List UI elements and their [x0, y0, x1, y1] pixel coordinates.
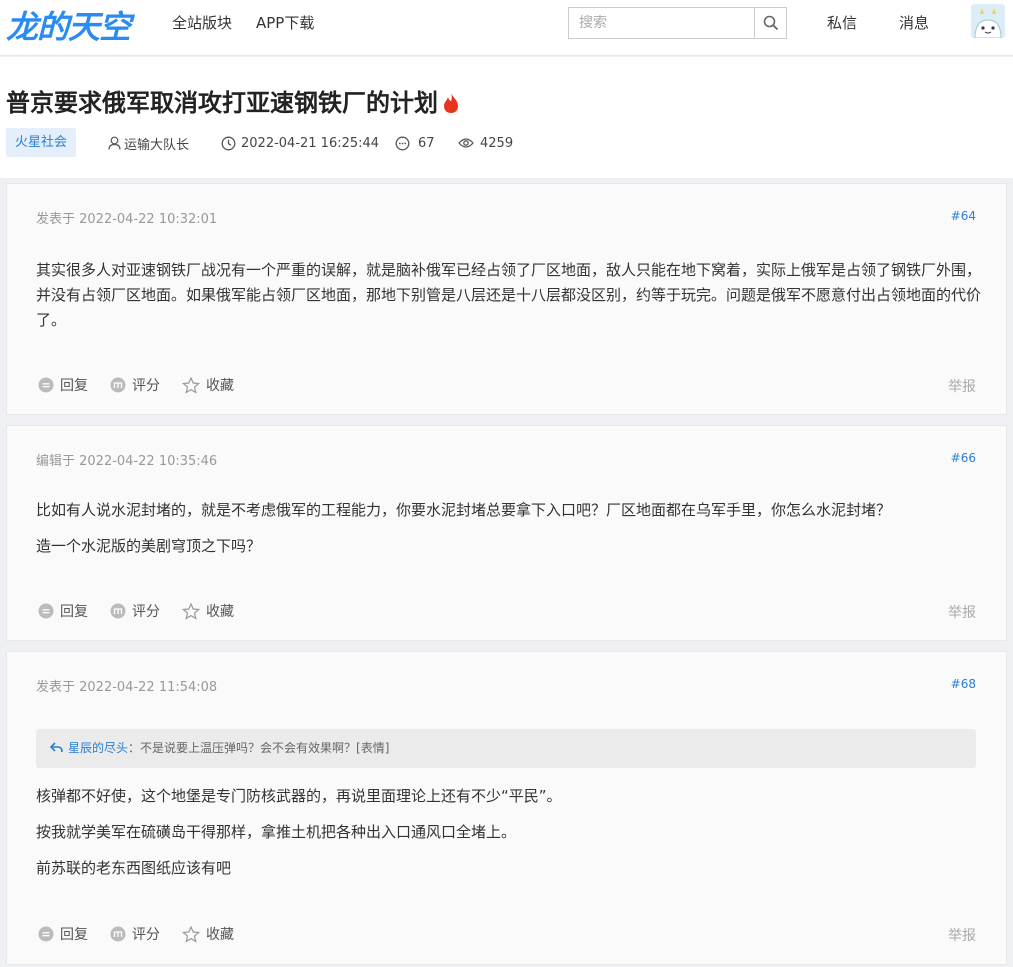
post-floor-link[interactable]: #66: [951, 451, 976, 465]
nav-all-boards[interactable]: 全站版块: [172, 12, 232, 33]
notifications-link[interactable]: 消息: [899, 12, 929, 33]
search-box: [568, 7, 787, 39]
post-paragraph: 造一个水泥版的美剧穹顶之下吗？: [36, 537, 262, 555]
post-paragraph: 比如有人说水泥封堵的，就是不考虑俄军的工程能力，你要水泥封堵总要拿下入口吧？厂区…: [36, 501, 892, 519]
post-content: 其实很多人对亚速钢铁厂战况有一个严重的误解，就是脑补俄军已经占领了厂区地面，敌人…: [36, 258, 981, 344]
post-content: 核弹都不好使，这个地堡是专门防核武器的，再说里面理论上还有不少“平民”。 按我就…: [36, 784, 981, 892]
search-input[interactable]: [569, 8, 755, 38]
eye-icon: [458, 138, 474, 148]
report-button[interactable]: 举报: [948, 925, 976, 945]
post-paragraph: 核弹都不好使，这个地堡是专门防核武器的，再说里面理论上还有不少“平民”。: [36, 787, 562, 805]
reply-button[interactable]: 回复: [38, 601, 88, 621]
post-paragraph: 前苏联的老东西图纸应该有吧: [36, 859, 232, 877]
post-time: 发表于 2022-04-22 10:32:01: [36, 212, 218, 227]
reply-button[interactable]: 回复: [38, 375, 88, 395]
author-name: 运输大队长: [124, 137, 190, 153]
quoted-text: ：不是说要上温压弹吗？会不会有效果啊？[表情]: [128, 741, 390, 755]
post-68: 发表于 2022-04-22 11:54:08 #68 星辰的尽头：不是说要上温…: [6, 651, 1007, 965]
thread-title-text: 普京要求俄军取消攻打亚速钢铁厂的计划: [6, 89, 438, 117]
post-floor-link[interactable]: #64: [951, 209, 976, 223]
favorite-button[interactable]: 收藏: [182, 375, 234, 395]
post-floor-link[interactable]: #68: [951, 677, 976, 691]
thread-header: 普京要求俄军取消攻打亚速钢铁厂的计划 火星社会 运输大队长 2022-04-21…: [0, 57, 1013, 178]
comment-icon: [395, 136, 410, 150]
top-header: 龙的天空 全站版块 APP下载 私信 消息: [0, 0, 1013, 56]
thread-view-count: 4259: [458, 128, 513, 158]
search-button[interactable]: [754, 8, 786, 38]
reply-arrow-icon: [49, 742, 63, 753]
post-actions: 回复 评分 收藏: [38, 375, 256, 395]
nav-app-download[interactable]: APP下载: [256, 12, 314, 33]
reply-icon: [38, 603, 54, 619]
reply-icon: [38, 377, 54, 393]
reply-button[interactable]: 回复: [38, 924, 88, 944]
post-content: 比如有人说水泥封堵的，就是不考虑俄军的工程能力，你要水泥封堵总要拿下入口吧？厂区…: [36, 498, 981, 570]
post-64: 发表于 2022-04-22 10:32:01 #64 其实很多人对亚速钢铁厂战…: [6, 183, 1007, 415]
rate-button[interactable]: 评分: [110, 375, 160, 395]
post-paragraph: 其实很多人对亚速钢铁厂战况有一个严重的误解，就是脑补俄军已经占领了厂区地面，敌人…: [36, 261, 982, 329]
rate-button[interactable]: 评分: [110, 601, 160, 621]
rate-button[interactable]: 评分: [110, 924, 160, 944]
board-tag[interactable]: 火星社会: [6, 128, 77, 157]
site-logo[interactable]: 龙的天空: [6, 2, 131, 48]
quoted-reply: 星辰的尽头：不是说要上温压弹吗？会不会有效果啊？[表情]: [36, 729, 976, 768]
rate-icon: [110, 603, 126, 619]
thread-author[interactable]: 运输大队长: [108, 128, 189, 158]
star-icon: [182, 376, 200, 394]
hot-fire-icon: [444, 93, 458, 113]
thread-title: 普京要求俄军取消攻打亚速钢铁厂的计划: [6, 83, 460, 118]
report-button[interactable]: 举报: [948, 602, 976, 622]
report-button[interactable]: 举报: [948, 376, 976, 396]
user-avatar[interactable]: [971, 4, 1005, 38]
thread-reply-count: 67: [395, 128, 435, 158]
avatar-cartoon-icon: [971, 4, 1005, 38]
star-icon: [182, 602, 200, 620]
post-66: 编辑于 2022-04-22 10:35:46 #66 比如有人说水泥封堵的，就…: [6, 425, 1007, 641]
post-time: 发表于 2022-04-22 11:54:08: [36, 680, 218, 695]
favorite-button[interactable]: 收藏: [182, 601, 234, 621]
private-message-link[interactable]: 私信: [827, 12, 857, 33]
thread-datetime: 2022-04-21 16:25:44: [221, 128, 379, 158]
reply-icon: [38, 926, 54, 942]
user-icon: [108, 136, 121, 150]
star-icon: [182, 925, 200, 943]
post-paragraph: 按我就学美军在硫磺岛干得那样，拿推土机把各种出入口通风口全堵上。: [36, 823, 517, 841]
favorite-button[interactable]: 收藏: [182, 924, 234, 944]
search-icon: [763, 15, 778, 31]
clock-icon: [221, 136, 236, 150]
rate-icon: [110, 377, 126, 393]
post-actions: 回复 评分 收藏: [38, 924, 256, 944]
post-time: 编辑于 2022-04-22 10:35:46: [36, 454, 218, 469]
quoted-user[interactable]: 星辰的尽头: [68, 741, 128, 755]
rate-icon: [110, 926, 126, 942]
post-actions: 回复 评分 收藏: [38, 601, 256, 621]
